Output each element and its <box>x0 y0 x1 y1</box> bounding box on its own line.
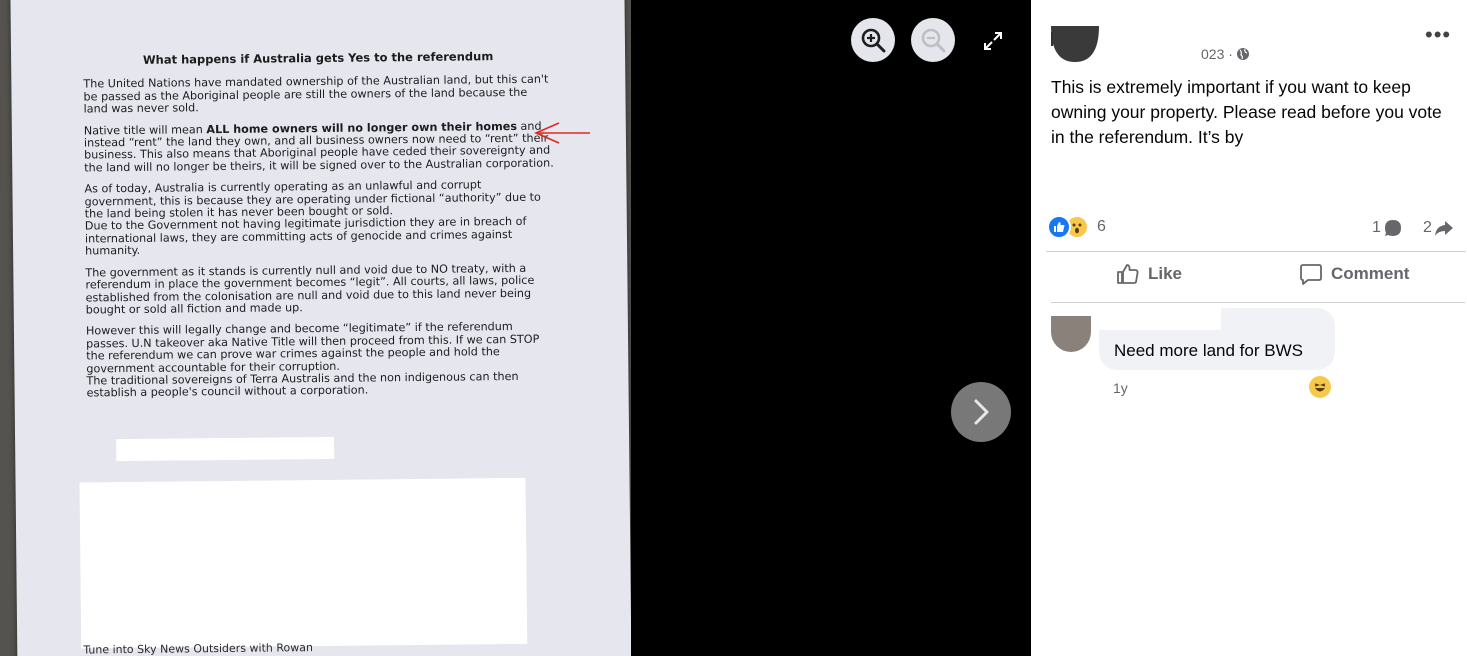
post-date-text: 023 · <box>1201 46 1233 62</box>
red-arrow-annotation <box>533 122 590 144</box>
flyer-paragraph-3: Due to the Government not having legitim… <box>84 215 527 258</box>
author-avatar[interactable] <box>1051 0 1099 68</box>
fullscreen-button[interactable] <box>976 24 1010 58</box>
flyer-paragraph-5: However this will legally change and bec… <box>85 320 540 375</box>
commenter-avatar[interactable] <box>1051 316 1091 352</box>
zoom-in-icon <box>861 28 886 53</box>
redacted-commenter-name <box>1099 308 1221 330</box>
comment-button[interactable]: Comment <box>1299 262 1409 286</box>
share-count-number: 2 <box>1423 219 1432 236</box>
flyer-paragraph-4: The government as it stands is currently… <box>85 261 535 317</box>
flyer-title: What happens if Australia gets Yes to th… <box>142 49 494 67</box>
comment-count-number: 1 <box>1372 219 1381 236</box>
photo-viewer: What happens if Australia gets Yes to th… <box>0 0 1031 656</box>
flyer-paragraph-6: The traditional sovereigns of Terra Aust… <box>86 369 519 400</box>
comment-text: Need more land for BWS <box>1114 341 1303 360</box>
globe-icon <box>1236 48 1249 60</box>
more-options-icon[interactable]: ••• <box>1425 24 1451 46</box>
divider <box>1051 302 1465 303</box>
comment-count[interactable]: 1 <box>1372 218 1403 238</box>
next-photo-button[interactable] <box>951 382 1011 442</box>
post-timestamp[interactable]: 023 · <box>1201 46 1250 62</box>
flyer-paragraph-1: The United Nations have mandated ownersh… <box>83 73 549 116</box>
reaction-summary[interactable]: 6 <box>1047 215 1106 239</box>
zoom-in-button[interactable] <box>851 18 895 62</box>
post-sidebar: 023 · ••• This is extremely important if… <box>1031 0 1467 656</box>
flyer-paragraph-2: As of today, Australia is currently oper… <box>84 178 541 221</box>
flyer-text: What happens if Australia gets Yes to th… <box>83 49 557 410</box>
like-label: Like <box>1148 264 1183 283</box>
zoom-out-button[interactable] <box>911 18 955 62</box>
share-arrow-icon <box>1434 221 1453 236</box>
divider <box>1046 251 1466 252</box>
comment-label: Comment <box>1331 264 1410 283</box>
comment-bubble-icon <box>1384 220 1401 236</box>
redaction-box <box>116 436 335 462</box>
flyer-paragraph-native-title: Native title will mean ALL home owners w… <box>84 119 554 175</box>
reaction-count: 6 <box>1097 218 1106 235</box>
comment-bubble: Need more land for BWS <box>1099 308 1335 370</box>
haha-reaction-icon[interactable] <box>1309 376 1331 398</box>
redaction-box <box>79 477 528 649</box>
zoom-out-icon <box>921 28 946 53</box>
post-photo[interactable]: What happens if Australia gets Yes to th… <box>0 0 631 656</box>
chevron-right-icon <box>974 399 989 425</box>
comment-timestamp[interactable]: 1y <box>1113 380 1128 396</box>
flyer-footer-partial: Tune into Sky News Outsiders with Rowan <box>83 641 314 656</box>
like-button[interactable]: Like <box>1116 262 1182 286</box>
thumbs-up-icon <box>1117 264 1139 284</box>
expand-icon <box>984 32 1002 50</box>
printed-flyer: What happens if Australia gets Yes to th… <box>10 0 631 656</box>
comment-icon <box>1300 264 1322 285</box>
post-body-text: This is extremely important if you want … <box>1051 77 1442 147</box>
share-count[interactable]: 2 <box>1423 218 1454 238</box>
like-reaction-icon <box>1047 215 1071 239</box>
